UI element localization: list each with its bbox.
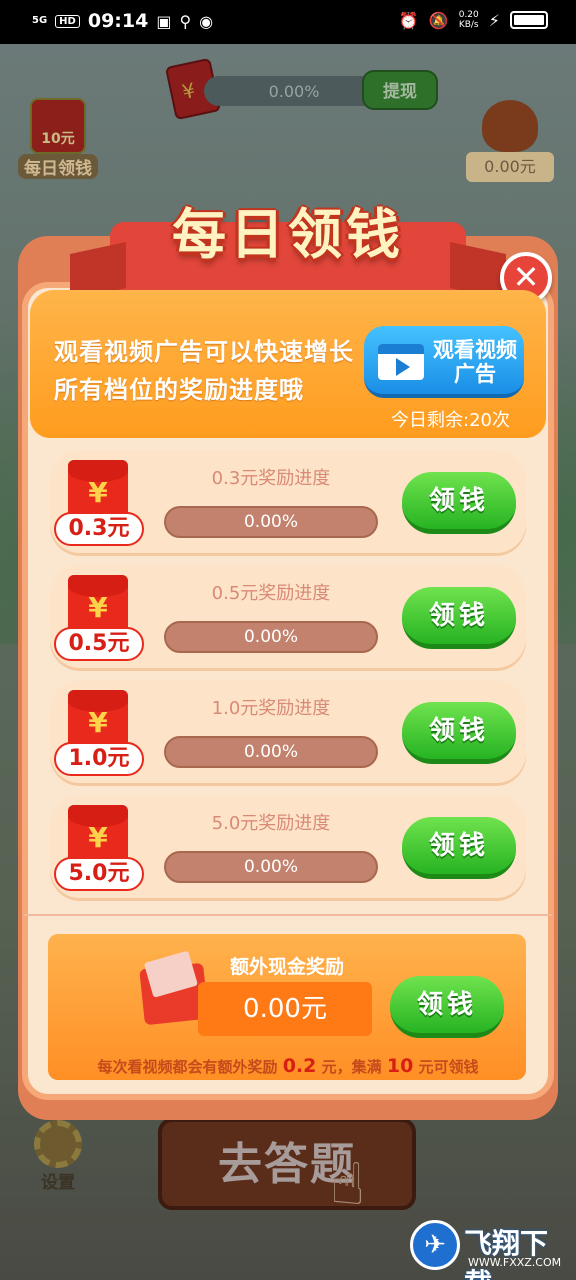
tier-progress-value: 0.00% [243,512,298,532]
watermark-logo-icon: ✈ [410,1220,460,1270]
pointing-hand-icon: ☝ [330,1150,366,1218]
money-bag-value: 0.00元 [466,152,554,182]
extra-cash-value: 0.00元 [198,982,372,1036]
hd-badge: HD [55,14,80,28]
section-divider [24,914,552,916]
network-speed-unit: KB/s [458,20,479,30]
dialog-title: 每日领钱 [172,203,404,266]
settings-label: 设置 [41,1173,75,1193]
tier-title: 1.0元奖励进度 [211,698,331,719]
claim-button[interactable]: 领钱 [402,472,516,534]
wechat-icon: ◉ [199,11,214,31]
extra-reward-note: 每次看视频都会有额外奖励 0.2 元，集满 10 元可领钱 [60,1055,516,1077]
extra-claim-button[interactable]: 领钱 [390,976,504,1038]
status-bar: 5G HD 09:14 ▣ ⚲ ◉ ⏰ 🔕 0.20 KB/s ⚡ [0,0,576,44]
watch-video-label: 观看视频广告 [433,338,517,386]
tier-title: 5.0元奖励进度 [211,813,331,834]
promo-line-1: 观看视频广告可以快速增长 [54,338,354,366]
daily-reward-amount: 10元 [41,131,75,147]
app-notification-icon: ▣ [156,11,172,31]
claim-button[interactable]: 领钱 [402,702,516,764]
tier-title: 0.3元奖励进度 [211,468,331,489]
reward-tier-row: ¥ 0.3元 0.3元奖励进度 0.00% 领钱 [50,450,526,556]
tier-title: 0.5元奖励进度 [211,583,331,604]
battery-icon [510,11,548,29]
watermark-url: WWW.FXXZ.COM [468,1256,562,1269]
watch-video-button[interactable]: 观看视频广告 [364,326,524,398]
claim-button[interactable]: 领钱 [402,817,516,879]
note-suffix: 元可领钱 [418,1058,479,1076]
reward-tier-row: ¥ 1.0元 1.0元奖励进度 0.00% 领钱 [50,680,526,786]
signal-indicator: 5G [32,15,48,26]
daily-reward-label: 每日领钱 [18,154,98,179]
watermark-name: 飞翔下载 [464,1227,549,1280]
tier-progress-value: 0.00% [243,627,298,647]
remaining-count: 今日剩余:20次 [391,410,510,431]
alarm-icon: ⏰ [398,10,419,30]
money-bag-widget[interactable]: 0.00元 [460,100,560,186]
usb-icon: ⚲ [179,11,192,31]
top-progress-bar: ¥ 0.00% 提现 [164,57,440,121]
tier-amount: 5.0元 [54,857,144,891]
extra-cash-title: 额外现金奖励 [229,956,344,978]
claim-button[interactable]: 领钱 [402,587,516,649]
settings-button[interactable]: 设置 [22,1120,94,1196]
tier-amount: 0.3元 [54,512,144,546]
mute-icon: 🔕 [428,10,449,30]
progress-percent: 0.00% [268,82,320,101]
video-promo-banner: 观看视频广告可以快速增长 所有档位的奖励进度哦 观看视频广告 今日剩余:20次 [30,290,546,438]
charging-icon: ⚡ [488,10,500,30]
tier-amount: 0.5元 [54,627,144,661]
tier-progress-value: 0.00% [243,742,298,762]
note-middle: 元，集满 [321,1058,382,1076]
tier-progress-value: 0.00% [243,857,298,877]
money-bag-icon [482,100,538,152]
site-watermark: ✈ 飞翔下载 WWW.FXXZ.COM [410,1220,570,1280]
note-amount: 0.2 [282,1055,317,1077]
video-icon [378,344,424,380]
promo-line-2: 所有档位的奖励进度哦 [54,376,304,404]
withdraw-button[interactable]: 提现 [362,70,438,110]
daily-reward-shortcut[interactable]: 10元 每日领钱 [18,98,98,182]
reward-tier-row: ¥ 5.0元 5.0元奖励进度 0.00% 领钱 [50,795,526,901]
note-target: 10 [386,1055,414,1077]
network-speed: 0.20 KB/s [459,10,479,30]
tier-amount: 1.0元 [54,742,144,776]
reward-tier-row: ¥ 0.5元 0.5元奖励进度 0.00% 领钱 [50,565,526,671]
note-prefix: 每次看视频都会有额外奖励 [97,1058,278,1076]
network-speed-value: 0.20 [458,10,479,20]
clock-time: 09:14 [87,10,149,32]
gear-icon [34,1120,82,1168]
